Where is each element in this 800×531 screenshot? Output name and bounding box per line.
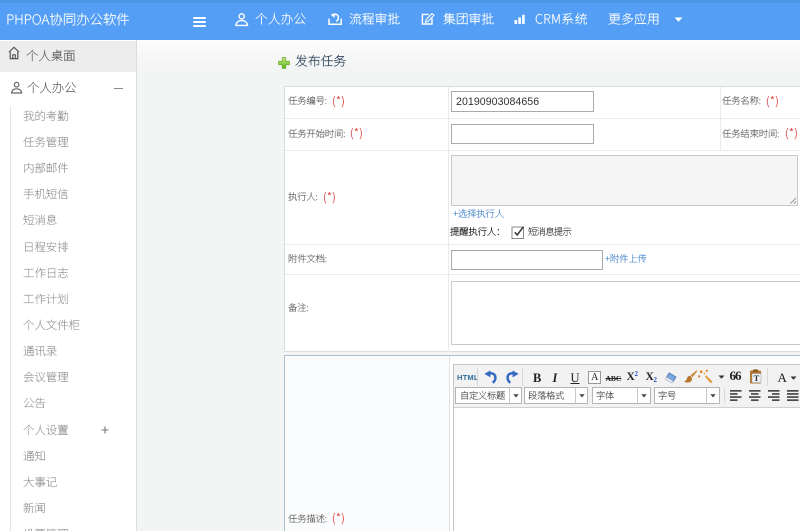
svg-text:T: T [753,373,759,383]
